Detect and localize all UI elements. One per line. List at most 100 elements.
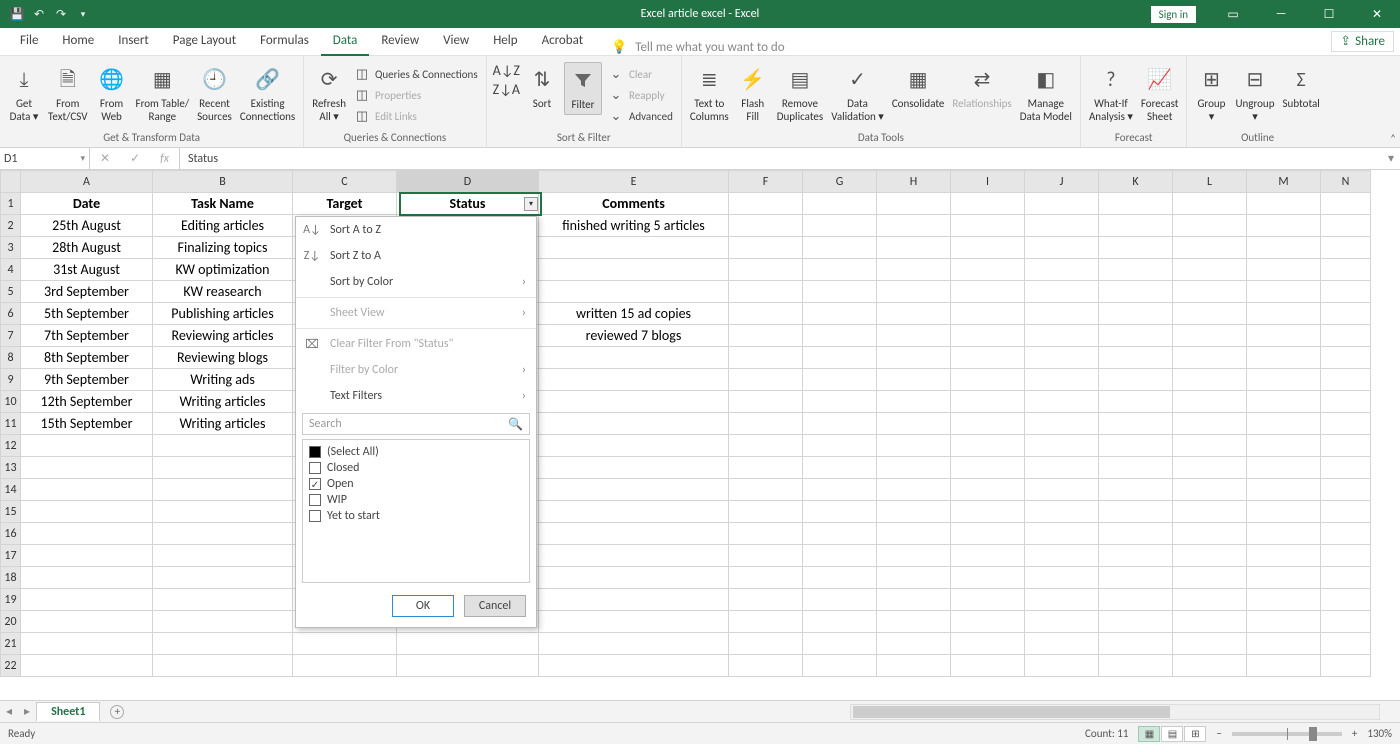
cell-K4[interactable] — [1099, 259, 1173, 281]
cell-K20[interactable] — [1099, 611, 1173, 633]
menu-tab-review[interactable]: Review — [369, 27, 431, 56]
cell-H19[interactable] — [877, 589, 951, 611]
cell-H15[interactable] — [877, 501, 951, 523]
cell-A13[interactable] — [21, 457, 153, 479]
cell-K19[interactable] — [1099, 589, 1173, 611]
cell-K9[interactable] — [1099, 369, 1173, 391]
cell-J18[interactable] — [1025, 567, 1099, 589]
cell-A2[interactable]: 25th August — [21, 215, 153, 237]
cell-F11[interactable] — [729, 413, 803, 435]
tabnav-left-icon[interactable]: ◂ — [0, 704, 18, 719]
ol-btn-2[interactable]: ΣSubtotal — [1281, 62, 1322, 113]
zoom-level[interactable]: 130% — [1367, 727, 1392, 740]
fc-btn-0[interactable]: ?What-If Analysis ▾ — [1087, 62, 1135, 125]
cell-G11[interactable] — [803, 413, 877, 435]
cell-I9[interactable] — [951, 369, 1025, 391]
cell-L5[interactable] — [1173, 281, 1247, 303]
cell-N9[interactable] — [1321, 369, 1371, 391]
cell-I19[interactable] — [951, 589, 1025, 611]
row-header-19[interactable]: 19 — [1, 589, 21, 611]
filter-checklist[interactable]: (Select All)Closed✓OpenWIPYet to start — [302, 439, 530, 583]
cell-I17[interactable] — [951, 545, 1025, 567]
cell-A15[interactable] — [21, 501, 153, 523]
cell-A20[interactable] — [21, 611, 153, 633]
cell-A4[interactable]: 31st August — [21, 259, 153, 281]
formula-expand-icon[interactable]: ▾ — [1382, 148, 1400, 169]
col-header-G[interactable]: G — [803, 171, 877, 193]
cell-M9[interactable] — [1247, 369, 1321, 391]
cell-B9[interactable]: Writing ads — [153, 369, 293, 391]
cell-F5[interactable] — [729, 281, 803, 303]
cell-F8[interactable] — [729, 347, 803, 369]
tell-me-search[interactable]: 💡 Tell me what you want to do — [611, 40, 785, 55]
cell-F9[interactable] — [729, 369, 803, 391]
cell-F7[interactable] — [729, 325, 803, 347]
cell-J1[interactable] — [1025, 193, 1099, 215]
col-header-D[interactable]: D — [397, 171, 539, 193]
cell-E18[interactable] — [539, 567, 729, 589]
cell-N2[interactable] — [1321, 215, 1371, 237]
cell-H18[interactable] — [877, 567, 951, 589]
select-all-corner[interactable] — [1, 171, 21, 193]
cell-F18[interactable] — [729, 567, 803, 589]
cell-I6[interactable] — [951, 303, 1025, 325]
cell-E3[interactable] — [539, 237, 729, 259]
cell-E20[interactable] — [539, 611, 729, 633]
cell-F21[interactable] — [729, 633, 803, 655]
cell-L9[interactable] — [1173, 369, 1247, 391]
cell-A5[interactable]: 3rd September — [21, 281, 153, 303]
cell-E12[interactable] — [539, 435, 729, 457]
cell-L1[interactable] — [1173, 193, 1247, 215]
cell-J22[interactable] — [1025, 655, 1099, 677]
gt-btn-4[interactable]: 🕘Recent Sources — [195, 62, 234, 125]
cell-H4[interactable] — [877, 259, 951, 281]
ol-btn-1[interactable]: ⊟Ungroup ▾ — [1233, 62, 1276, 125]
cell-B6[interactable]: Publishing articles — [153, 303, 293, 325]
menu-tab-file[interactable]: File — [8, 27, 50, 56]
col-header-J[interactable]: J — [1025, 171, 1099, 193]
cell-G19[interactable] — [803, 589, 877, 611]
cell-L14[interactable] — [1173, 479, 1247, 501]
filter-option-3[interactable]: WIP — [309, 492, 523, 508]
cell-B12[interactable] — [153, 435, 293, 457]
sort-az-item[interactable]: A↓Sort A to Z — [296, 217, 536, 243]
cell-H12[interactable] — [877, 435, 951, 457]
row-header-20[interactable]: 20 — [1, 611, 21, 633]
enter-check-icon[interactable]: ✓ — [130, 151, 140, 166]
cell-K12[interactable] — [1099, 435, 1173, 457]
cell-I15[interactable] — [951, 501, 1025, 523]
cell-L17[interactable] — [1173, 545, 1247, 567]
cell-E2[interactable]: finished writing 5 articles — [539, 215, 729, 237]
cell-N22[interactable] — [1321, 655, 1371, 677]
tabnav-right-icon[interactable]: ▸ — [18, 704, 36, 719]
filter-button[interactable]: Filter — [564, 62, 602, 115]
cell-I5[interactable] — [951, 281, 1025, 303]
row-header-3[interactable]: 3 — [1, 237, 21, 259]
cell-G4[interactable] — [803, 259, 877, 281]
cell-F15[interactable] — [729, 501, 803, 523]
row-header-15[interactable]: 15 — [1, 501, 21, 523]
cell-M15[interactable] — [1247, 501, 1321, 523]
cell-A22[interactable] — [21, 655, 153, 677]
menu-tab-view[interactable]: View — [431, 27, 481, 56]
cell-M19[interactable] — [1247, 589, 1321, 611]
col-header-L[interactable]: L — [1173, 171, 1247, 193]
cell-N10[interactable] — [1321, 391, 1371, 413]
cell-K8[interactable] — [1099, 347, 1173, 369]
ribbon-options-icon[interactable]: ▭ — [1210, 0, 1256, 28]
cell-B13[interactable] — [153, 457, 293, 479]
cell-M11[interactable] — [1247, 413, 1321, 435]
cell-G8[interactable] — [803, 347, 877, 369]
cell-I4[interactable] — [951, 259, 1025, 281]
dt-btn-4[interactable]: ▦Consolidate — [890, 62, 947, 113]
cell-M16[interactable] — [1247, 523, 1321, 545]
sort-desc-icon[interactable]: Z↓A — [493, 81, 520, 98]
view-normal-icon[interactable]: ▦ — [1138, 726, 1160, 742]
ol-btn-0[interactable]: ⊞Group ▾ — [1193, 62, 1229, 125]
cell-B18[interactable] — [153, 567, 293, 589]
cancel-button[interactable]: Cancel — [464, 595, 526, 617]
queries-item-0[interactable]: ◫Queries & Connections — [352, 64, 480, 84]
row-header-2[interactable]: 2 — [1, 215, 21, 237]
scrollbar-thumb[interactable] — [853, 706, 1170, 718]
cell-G1[interactable] — [803, 193, 877, 215]
